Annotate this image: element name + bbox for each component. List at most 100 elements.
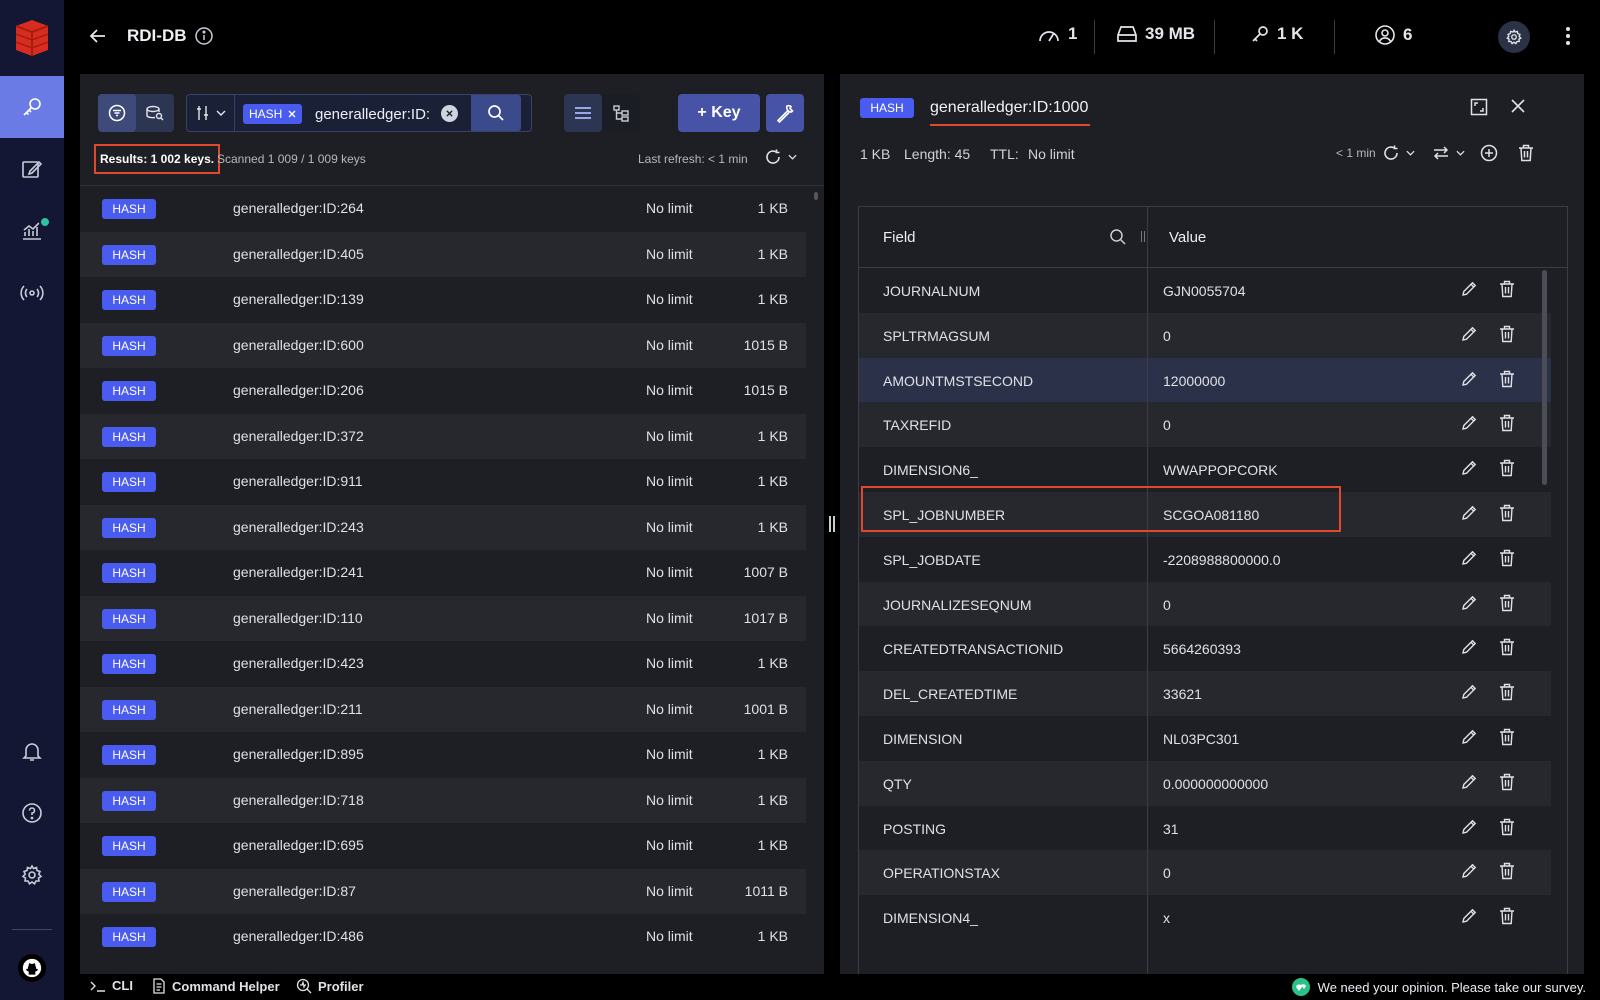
tree-view-button[interactable] xyxy=(602,94,640,132)
selected-key-name[interactable]: generalledger:ID:1000 xyxy=(930,99,1088,117)
key-row[interactable]: HASH generalledger:ID:423 No limit 1 KB xyxy=(80,641,806,687)
field-row[interactable]: OPERATIONSTAX 0 xyxy=(859,850,1551,896)
edit-pencil-icon[interactable] xyxy=(1461,370,1478,387)
chevron-down-icon[interactable] xyxy=(1406,150,1415,156)
trash-icon[interactable] xyxy=(1499,594,1515,612)
edit-pencil-icon[interactable] xyxy=(1461,414,1478,431)
edit-pencil-icon[interactable] xyxy=(1461,504,1478,521)
key-row[interactable]: HASH generalledger:ID:486 No limit 1 KB xyxy=(80,914,806,960)
list-view-button[interactable] xyxy=(564,94,602,132)
key-row[interactable]: HASH generalledger:ID:372 No limit 1 KB xyxy=(80,413,806,459)
key-row[interactable]: HASH generalledger:ID:206 No limit 1015 B xyxy=(80,368,806,414)
key-row[interactable]: HASH generalledger:ID:87 No limit 1011 B xyxy=(80,868,806,914)
trash-icon[interactable] xyxy=(1499,773,1515,791)
delete-key-icon[interactable] xyxy=(1518,144,1534,162)
key-row[interactable]: HASH generalledger:ID:718 No limit 1 KB xyxy=(80,777,806,823)
nav-settings[interactable] xyxy=(0,844,64,906)
edit-pencil-icon[interactable] xyxy=(1461,280,1478,297)
edit-pencil-icon[interactable] xyxy=(1461,907,1478,924)
nav-browser[interactable] xyxy=(0,76,64,138)
key-row[interactable]: HASH generalledger:ID:110 No limit 1017 B xyxy=(80,595,806,641)
field-row[interactable]: TAXREFID 0 xyxy=(859,402,1551,448)
field-row[interactable]: DIMENSION4_ x xyxy=(859,895,1551,940)
trash-icon[interactable] xyxy=(1499,370,1515,388)
edit-pencil-icon[interactable] xyxy=(1461,818,1478,835)
search-button[interactable] xyxy=(471,95,521,131)
trash-icon[interactable] xyxy=(1499,638,1515,656)
field-row[interactable]: SPL_JOBDATE -2208988800000.0 xyxy=(859,537,1551,582)
edit-pencil-icon[interactable] xyxy=(1461,728,1478,745)
key-row[interactable]: HASH generalledger:ID:695 No limit 1 KB xyxy=(80,823,806,869)
swap-arrows-icon[interactable] xyxy=(1432,144,1450,162)
nav-help[interactable] xyxy=(0,782,64,844)
bulk-actions-button[interactable] xyxy=(766,94,804,132)
key-row[interactable]: HASH generalledger:ID:139 No limit 1 KB xyxy=(80,277,806,323)
back-arrow-icon[interactable] xyxy=(88,26,108,46)
edit-pencil-icon[interactable] xyxy=(1461,549,1478,566)
stat-ops[interactable]: 1 xyxy=(1037,24,1077,44)
field-row[interactable]: DIMENSION NL03PC301 xyxy=(859,716,1551,761)
key-list-scrollbar[interactable] xyxy=(814,192,818,200)
field-row[interactable]: JOURNALIZESEQNUM 0 xyxy=(859,581,1551,627)
edit-pencil-icon[interactable] xyxy=(1461,325,1478,342)
stat-keys[interactable]: 1 K xyxy=(1250,24,1303,44)
key-row[interactable]: HASH generalledger:ID:241 No limit 1007 B xyxy=(80,550,806,596)
trash-icon[interactable] xyxy=(1499,504,1515,522)
cli-button[interactable]: CLI xyxy=(90,978,133,993)
close-panel-icon[interactable] xyxy=(1510,98,1526,114)
field-row[interactable]: POSTING 31 xyxy=(859,806,1551,851)
edit-pencil-icon[interactable] xyxy=(1461,773,1478,790)
github-icon[interactable] xyxy=(18,954,46,982)
profiler-button[interactable]: Profiler xyxy=(296,978,364,994)
key-row[interactable]: HASH generalledger:ID:211 No limit 1001 B xyxy=(80,686,806,732)
key-row[interactable]: HASH generalledger:ID:264 No limit 1 KB xyxy=(80,186,806,232)
survey-link[interactable]: We need your opinion. Please take our su… xyxy=(1291,978,1586,996)
command-helper-button[interactable]: Command Helper xyxy=(152,978,280,994)
chevron-down-icon[interactable] xyxy=(1456,150,1465,156)
redis-logo-icon[interactable] xyxy=(12,16,52,56)
nav-pubsub[interactable] xyxy=(0,262,64,324)
stat-memory[interactable]: 39 MB xyxy=(1116,24,1195,44)
close-icon[interactable] xyxy=(288,110,296,118)
panel-resize-handle[interactable] xyxy=(829,516,835,532)
nav-analytics[interactable] xyxy=(0,200,64,262)
format-control[interactable] xyxy=(1432,144,1465,162)
key-row[interactable]: HASH generalledger:ID:895 No limit 1 KB xyxy=(80,732,806,778)
field-row[interactable]: SPLTRMAGSUM 0 xyxy=(859,312,1551,358)
edit-pencil-icon[interactable] xyxy=(1461,459,1478,476)
fields-scrollbar[interactable] xyxy=(1542,270,1547,485)
column-resize-handle[interactable] xyxy=(1141,231,1145,242)
field-row[interactable]: QTY 0.000000000000 xyxy=(859,760,1551,806)
edit-pencil-icon[interactable] xyxy=(1461,594,1478,611)
nav-notifications[interactable] xyxy=(0,720,64,782)
add-key-button[interactable]: + Key xyxy=(678,94,760,132)
trash-icon[interactable] xyxy=(1499,818,1515,836)
edit-pencil-icon[interactable] xyxy=(1461,638,1478,655)
trash-icon[interactable] xyxy=(1499,414,1515,432)
trash-icon[interactable] xyxy=(1499,459,1515,477)
search-index-mode-button[interactable] xyxy=(136,94,174,132)
edit-pencil-icon[interactable] xyxy=(1461,862,1478,879)
trash-icon[interactable] xyxy=(1499,280,1515,298)
clear-search-icon[interactable] xyxy=(441,105,458,122)
key-row[interactable]: HASH generalledger:ID:243 No limit 1 KB xyxy=(80,504,806,550)
field-row[interactable]: JOURNALNUM GJN0055704 xyxy=(859,268,1551,313)
trash-icon[interactable] xyxy=(1499,728,1515,746)
nav-workbench[interactable] xyxy=(0,138,64,200)
key-search-input[interactable] xyxy=(315,103,433,125)
key-row[interactable]: HASH generalledger:ID:911 No limit 1 KB xyxy=(80,459,806,505)
db-settings-gear-icon[interactable] xyxy=(1498,21,1530,53)
details-refresh-control[interactable]: < 1 min xyxy=(1336,144,1415,162)
info-icon[interactable] xyxy=(194,26,214,46)
key-row[interactable]: HASH generalledger:ID:600 No limit 1015 B xyxy=(80,322,806,368)
fullscreen-icon[interactable] xyxy=(1470,98,1488,116)
chevron-down-icon[interactable] xyxy=(788,154,797,160)
type-filter-chip[interactable]: HASH xyxy=(243,104,303,124)
trash-icon[interactable] xyxy=(1499,683,1515,701)
ttl-value[interactable]: No limit xyxy=(1028,146,1075,162)
filter-mode-button[interactable] xyxy=(98,94,136,132)
refresh-icon[interactable] xyxy=(1382,144,1400,162)
field-row[interactable]: CREATEDTRANSACTIONID 5664260393 xyxy=(859,626,1551,671)
trash-icon[interactable] xyxy=(1499,325,1515,343)
trash-icon[interactable] xyxy=(1499,549,1515,567)
